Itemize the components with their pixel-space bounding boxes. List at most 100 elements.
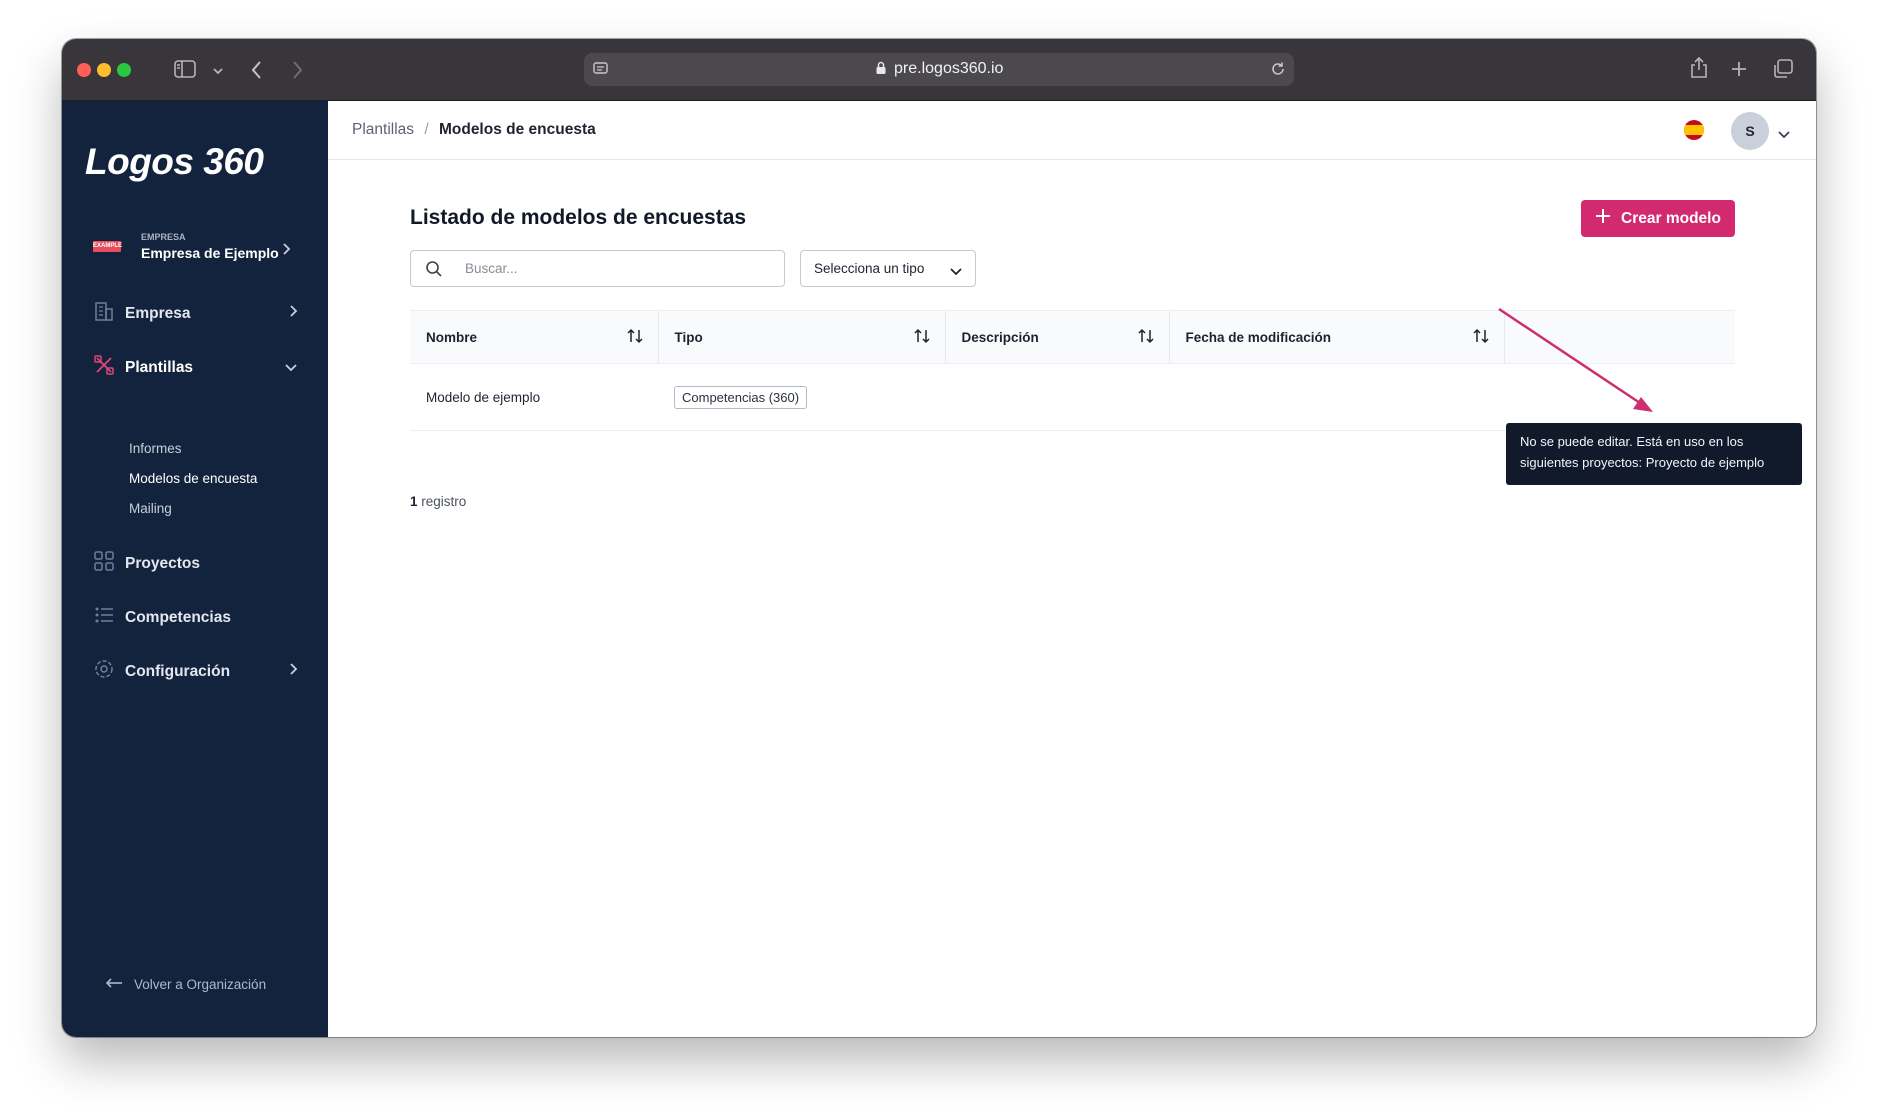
company-logo: EXAMPLE bbox=[93, 241, 123, 252]
record-count: 1 registro bbox=[410, 494, 466, 509]
user-menu[interactable]: S bbox=[1731, 112, 1811, 150]
sidebar-subitem-modelos[interactable]: Modelos de encuesta bbox=[129, 471, 257, 486]
close-window-button[interactable] bbox=[77, 63, 91, 77]
tooltip-line: siguientes proyectos: Proyecto de ejempl… bbox=[1520, 455, 1765, 470]
chevron-down-icon bbox=[284, 359, 308, 377]
arrow-left-icon bbox=[104, 977, 134, 992]
sidebar-item-label: Proyectos bbox=[125, 554, 200, 572]
chevron-down-icon bbox=[949, 264, 963, 282]
forward-icon[interactable] bbox=[290, 59, 304, 86]
sidebar-toggle-icon[interactable] bbox=[174, 59, 196, 84]
column-header-descripcion[interactable]: Descripción bbox=[944, 310, 1169, 364]
list-icon bbox=[93, 604, 125, 631]
sort-icon[interactable] bbox=[1472, 328, 1490, 347]
zoom-window-button[interactable] bbox=[117, 63, 131, 77]
sidebar-subitem-informes[interactable]: Informes bbox=[129, 441, 182, 456]
templates-icon bbox=[93, 354, 125, 381]
cell-description bbox=[945, 363, 1169, 431]
chevron-down-icon[interactable] bbox=[212, 63, 224, 81]
avatar-initial: S bbox=[1745, 123, 1755, 139]
gear-icon bbox=[93, 658, 125, 685]
search-input[interactable]: Buscar... bbox=[410, 250, 785, 287]
type-badge: Competencias (360) bbox=[674, 385, 808, 409]
chevron-right-icon bbox=[288, 304, 308, 323]
sidebar-item-empresa[interactable]: Empresa bbox=[93, 300, 303, 327]
column-header-actions bbox=[1503, 310, 1735, 364]
record-count-number: 1 bbox=[410, 494, 418, 509]
column-label: Nombre bbox=[426, 329, 478, 345]
type-select[interactable]: Selecciona un tipo bbox=[800, 250, 976, 287]
sidebar-item-label: Empresa bbox=[125, 304, 191, 322]
cell-actions bbox=[1504, 363, 1735, 431]
search-icon bbox=[425, 260, 443, 283]
cell-modified bbox=[1169, 363, 1504, 431]
breadcrumb-current: Modelos de encuesta bbox=[438, 121, 596, 138]
sidebar-item-label: Competencias bbox=[125, 608, 231, 626]
chevron-right-icon bbox=[288, 662, 308, 681]
create-model-label: Crear modelo bbox=[1621, 209, 1721, 227]
sidebar-item-proyectos[interactable]: Proyectos bbox=[93, 550, 303, 577]
back-to-organization-label: Volver a Organización bbox=[134, 977, 267, 992]
company-logo-text: EXAMPLE bbox=[93, 243, 123, 249]
company-selector[interactable]: EXAMPLE EMPRESA Empresa de Ejemplo bbox=[93, 229, 313, 271]
sort-icon[interactable] bbox=[626, 328, 644, 347]
browser-toolbar: pre.logos360.io bbox=[62, 39, 1816, 101]
type-select-label: Selecciona un tipo bbox=[814, 261, 925, 276]
sort-icon[interactable] bbox=[913, 328, 931, 347]
reload-icon[interactable] bbox=[1270, 61, 1286, 82]
grid-icon bbox=[93, 550, 125, 577]
column-header-fecha[interactable]: Fecha de modificación bbox=[1168, 310, 1504, 364]
company-name: Empresa de Ejemplo bbox=[141, 245, 279, 261]
sort-icon[interactable] bbox=[1137, 328, 1155, 347]
minimize-window-button[interactable] bbox=[97, 63, 111, 77]
column-header-tipo[interactable]: Tipo bbox=[657, 310, 945, 364]
back-icon[interactable] bbox=[250, 59, 264, 86]
sidebar-item-label: Plantillas bbox=[125, 358, 194, 376]
sidebar: Logos 360 EXAMPLE EMPRESA Empresa de Eje… bbox=[62, 101, 328, 1037]
column-header-nombre[interactable]: Nombre bbox=[410, 310, 658, 364]
page-title: Listado de modelos de encuestas bbox=[410, 206, 747, 229]
tab-overview-icon[interactable] bbox=[1772, 58, 1794, 85]
lock-icon bbox=[875, 60, 894, 77]
table-header-row: Nombre Tipo Descripción Fecha de modific… bbox=[410, 310, 1735, 364]
building-icon bbox=[93, 300, 125, 327]
record-count-label: registro bbox=[421, 494, 467, 509]
sidebar-item-competencias[interactable]: Competencias bbox=[93, 604, 303, 631]
url-text: pre.logos360.io bbox=[584, 60, 1294, 78]
column-label: Fecha de modificación bbox=[1185, 329, 1332, 345]
table-row[interactable]: Modelo de ejemplo Competencias (360) bbox=[410, 363, 1735, 431]
avatar: S bbox=[1731, 112, 1769, 150]
breadcrumb-parent-link[interactable]: Plantillas bbox=[352, 121, 414, 138]
company-caption: EMPRESA bbox=[141, 232, 186, 242]
spain-flag-icon[interactable] bbox=[1684, 120, 1704, 140]
search-placeholder: Buscar... bbox=[465, 261, 518, 276]
create-model-button[interactable]: Crear modelo bbox=[1581, 200, 1735, 237]
chevron-down-icon bbox=[1777, 126, 1791, 144]
share-icon[interactable] bbox=[1689, 56, 1709, 85]
tooltip-line: No se puede editar. Está en uso en los bbox=[1520, 434, 1744, 449]
tooltip: No se puede editar. Está en uso en los s… bbox=[1506, 423, 1802, 485]
breadcrumb-separator: / bbox=[424, 121, 429, 138]
back-to-organization-link[interactable]: Volver a Organización bbox=[104, 977, 266, 992]
main-content: Plantillas / Modelos de encuesta S Lista… bbox=[328, 101, 1816, 1037]
cell-type: Competencias (360) bbox=[658, 363, 945, 431]
new-tab-icon[interactable] bbox=[1730, 60, 1748, 83]
breadcrumb: Plantillas / Modelos de encuesta bbox=[352, 121, 596, 139]
browser-window: pre.logos360.io Logos 360 EXAMPLE EMPRES… bbox=[62, 39, 1816, 1037]
models-table: Nombre Tipo Descripción Fecha de modific… bbox=[410, 310, 1735, 431]
address-bar[interactable]: pre.logos360.io bbox=[584, 53, 1294, 86]
sidebar-item-plantillas[interactable]: Plantillas bbox=[93, 354, 303, 381]
sidebar-subitem-mailing[interactable]: Mailing bbox=[129, 501, 172, 516]
chevron-right-icon bbox=[281, 242, 291, 261]
cell-name: Modelo de ejemplo bbox=[410, 363, 658, 431]
column-label: Descripción bbox=[961, 329, 1039, 345]
annotation-arrow bbox=[1498, 307, 1653, 412]
sidebar-item-configuracion[interactable]: Configuración bbox=[93, 658, 303, 685]
url-label: pre.logos360.io bbox=[894, 60, 1004, 77]
top-bar: Plantillas / Modelos de encuesta S bbox=[328, 101, 1816, 160]
app-logo-text: Logos 360 bbox=[85, 141, 264, 182]
sidebar-item-label: Configuración bbox=[125, 662, 231, 680]
app-logo[interactable]: Logos 360 bbox=[85, 141, 264, 183]
column-label: Tipo bbox=[674, 329, 703, 345]
plus-icon bbox=[1595, 208, 1611, 229]
